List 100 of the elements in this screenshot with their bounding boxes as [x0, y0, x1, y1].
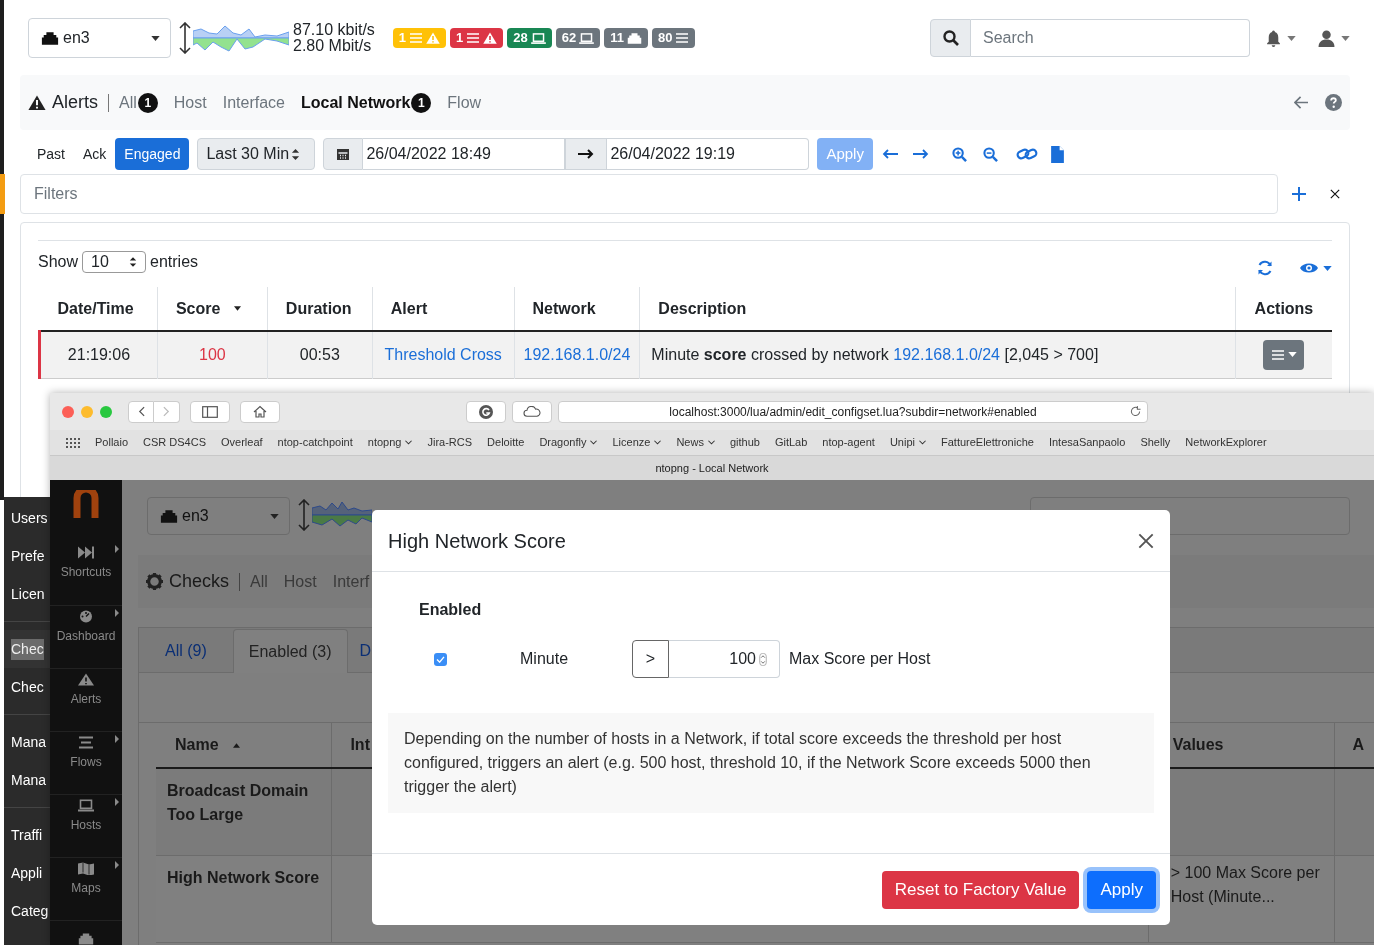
operator-select[interactable]: > [632, 640, 669, 678]
reset-button[interactable]: Reset to Factory Value [881, 870, 1080, 909]
column-header[interactable]: Date/Time [57, 296, 134, 321]
bookmark[interactable]: ntopng [367, 434, 413, 451]
menu-item[interactable]: Chec [11, 676, 44, 698]
extension-button[interactable] [466, 400, 506, 423]
bookmark[interactable]: Licenze [612, 434, 662, 451]
link-icon[interactable] [1015, 147, 1038, 161]
gauge-icon [78, 610, 94, 623]
end-date-field[interactable]: 26/04/2022 19:19 [607, 138, 810, 170]
nav-tab[interactable]: Host [173, 90, 207, 115]
column-header[interactable]: Name [175, 733, 219, 757]
menu-item[interactable]: Licen [11, 583, 45, 605]
menu-item[interactable]: Users [11, 507, 48, 529]
zoom-in-icon[interactable] [951, 146, 967, 162]
back-button[interactable] [128, 400, 154, 423]
column-header[interactable]: Network [532, 296, 596, 321]
threshold-field[interactable]: 100 [669, 640, 780, 678]
column-header[interactable]: Int [350, 733, 370, 757]
network-link[interactable]: 192.168.1.0/24 [523, 345, 631, 363]
nav-tab[interactable]: Flow [447, 90, 482, 115]
refresh-icon[interactable] [1257, 260, 1273, 276]
bookmark[interactable]: Dragonfly [539, 434, 598, 451]
menu-item[interactable]: Chec [11, 638, 44, 660]
address-bar[interactable]: localhost:3000/lua/admin/edit_configset.lua?subdir=network#enabled [558, 400, 1148, 423]
status-badge[interactable]: 28 [507, 28, 552, 48]
menu-item[interactable]: Mana [11, 769, 47, 791]
range-select[interactable]: Last 30 Min [197, 138, 316, 170]
interface-select[interactable]: en3 [28, 18, 171, 58]
column-header[interactable]: Values [1172, 733, 1224, 757]
filters-field[interactable]: Filters [20, 174, 1278, 214]
home-button[interactable] [240, 400, 280, 423]
alert-link[interactable]: Threshold Cross [384, 345, 502, 363]
mode-button[interactable]: Ack [74, 138, 116, 170]
file-icon[interactable] [1050, 145, 1064, 163]
menu-item[interactable]: Prefe [11, 545, 45, 567]
status-badge[interactable]: 1 [450, 28, 504, 48]
bookmark[interactable]: github [729, 434, 760, 451]
sidebar-toggle-button[interactable] [190, 400, 230, 423]
menu-item[interactable]: Appli [11, 862, 43, 884]
nav-tab[interactable]: Local Network 1 [300, 90, 432, 115]
status-badge[interactable]: 11 [604, 28, 648, 48]
bookmark[interactable]: CSR DS4CS [143, 434, 206, 451]
column-header[interactable]: Actions [1254, 296, 1314, 321]
sidebar-menu-item[interactable]: Shortcuts [50, 542, 122, 605]
mode-button[interactable]: Engaged [115, 138, 190, 170]
page-size-select[interactable]: 10 [82, 251, 147, 273]
cloud-button[interactable] [512, 400, 552, 423]
begin-date-field[interactable]: 26/04/2022 18:49 [363, 138, 566, 170]
menu-item[interactable]: Traffi [11, 824, 43, 846]
close-window-button[interactable] [62, 405, 74, 418]
page-title: Checks [169, 570, 230, 593]
back-arrow-icon[interactable] [1294, 96, 1309, 109]
check-icon [436, 655, 445, 663]
apps-grid-icon[interactable] [66, 437, 80, 448]
user-menu-button[interactable] [1318, 29, 1350, 47]
status-badge[interactable]: 62 [555, 28, 601, 48]
network-link[interactable]: 192.168.1.0/24 [893, 345, 1000, 363]
column-header[interactable]: Description [658, 296, 747, 321]
bookmark[interactable]: Shelly [1140, 434, 1171, 451]
checkbox[interactable] [434, 652, 447, 666]
close-icon[interactable] [1330, 189, 1340, 199]
bookmark[interactable]: IntesaSanpaolo [1048, 434, 1126, 451]
menu-item[interactable]: Mana [11, 731, 47, 753]
notifications-button[interactable] [1266, 29, 1296, 47]
actions-button[interactable] [1263, 339, 1305, 370]
search-field[interactable]: Search [971, 19, 1250, 57]
help-icon[interactable] [1325, 94, 1342, 111]
bookmark[interactable]: ntop-agent [822, 434, 875, 451]
column-header[interactable]: Alert [390, 296, 428, 321]
nav-tab[interactable]: Interface [222, 90, 285, 115]
menu-item[interactable]: Categ [11, 900, 49, 922]
zoom-out-icon[interactable] [982, 146, 998, 162]
nav-tab[interactable]: All 1 [119, 90, 158, 115]
download-rate: 2.80 Mbit/s [293, 38, 373, 54]
tab[interactable]: Enabled (3) [232, 629, 348, 673]
left-arrow-icon[interactable] [881, 149, 898, 159]
bookmark[interactable]: ntop-catchpoint [277, 434, 353, 451]
bookmark[interactable]: Unipi [889, 434, 926, 451]
status-badge[interactable]: 80 [652, 28, 696, 48]
interface-select[interactable]: en3 [147, 497, 290, 535]
column-header[interactable]: Duration [285, 296, 352, 321]
column-header[interactable]: Score [175, 296, 221, 321]
search-button[interactable] [930, 19, 971, 57]
count-badge: 1 [137, 92, 158, 113]
mode-button[interactable]: Past [28, 138, 74, 170]
column-header[interactable]: A [1352, 733, 1365, 757]
columns-menu-button[interactable] [1300, 262, 1332, 274]
close-icon[interactable] [1138, 532, 1154, 549]
bookmark[interactable]: FattureElettroniche [941, 434, 1034, 451]
bookmark[interactable]: Deloitte [487, 434, 525, 451]
bookmark[interactable]: NetworkExplorer [1185, 434, 1267, 451]
bookmark[interactable]: Pollaio [95, 434, 129, 451]
browser-tab[interactable]: ntopng - Local Network [50, 455, 1374, 480]
bookmark[interactable]: News [676, 434, 715, 451]
plus-icon[interactable] [1292, 187, 1306, 201]
right-arrow-icon[interactable] [912, 149, 929, 159]
bookmark[interactable]: Jira-RCS [427, 434, 473, 451]
bookmark[interactable]: Overleaf [221, 434, 263, 451]
bookmark[interactable]: GitLab [774, 434, 808, 451]
